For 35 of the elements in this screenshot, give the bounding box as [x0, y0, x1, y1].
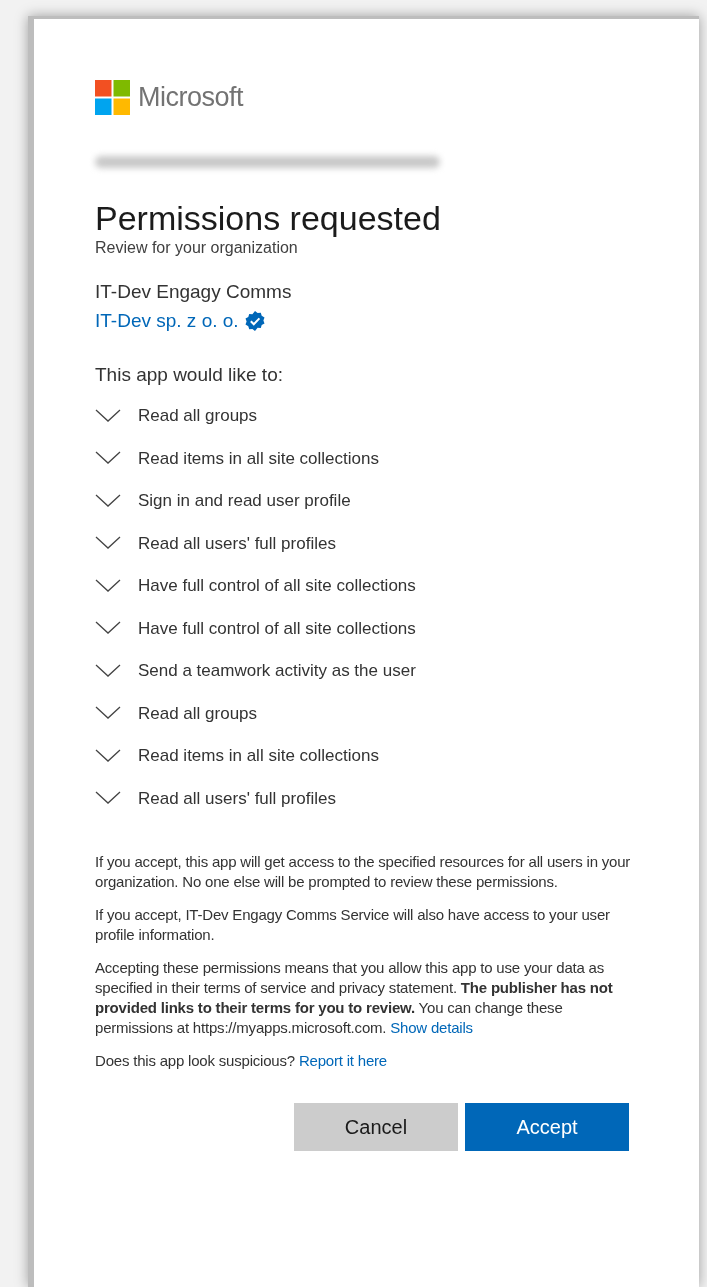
chevron-icon[interactable] [95, 663, 121, 678]
permission-label: Read items in all site collections [138, 745, 379, 767]
chevron-icon[interactable] [95, 578, 121, 593]
logo-text: Microsoft [138, 81, 244, 114]
cancel-button[interactable]: Cancel [294, 1102, 458, 1151]
permission-label: Have full control of all site collections [138, 617, 416, 640]
chevron-icon[interactable] [95, 493, 121, 508]
permission-label: Read all users' full profiles [138, 532, 336, 555]
notice-text: Does this app look suspicious? Report it here [95, 1050, 388, 1071]
notice-text: Accepting these permissions means that you allow this app to use your data as specified in their terms of service and privacy statement. The publisher has not provided links to their terms for you to review. You can change these permissions at https://myapps.microsoft.com. Show details [95, 957, 614, 1038]
subtitle: Review for your organization [95, 237, 299, 258]
permission-label: Sign in and read user profile [138, 490, 351, 512]
page-title: Permissions requested [95, 197, 442, 238]
link[interactable]: Show details [390, 1018, 473, 1036]
chevron-icon[interactable] [95, 791, 121, 806]
chevron-icon[interactable] [95, 536, 121, 551]
permission-label: Read all users' full profiles [138, 787, 336, 810]
chevron-icon[interactable] [95, 621, 121, 636]
notice-text: If you accept, this app will get access to the specified resources for all users in your organization. No one else will be prompted to review these permissions. [95, 851, 632, 892]
permission-label: Read items in all site collections [138, 447, 379, 470]
permission-label: Have full control of all site collections [138, 575, 416, 597]
publisher-link[interactable]: IT-Dev sp. z o. o. [95, 308, 239, 333]
permission-label: Read all groups [138, 405, 258, 427]
permission-label: Read all groups [138, 702, 258, 725]
chevron-icon[interactable] [95, 706, 121, 721]
chevron-icon[interactable] [95, 748, 121, 763]
chevron-icon[interactable] [95, 451, 121, 466]
logo-icon [95, 79, 130, 115]
permissions-heading: This app would like to: [95, 362, 284, 387]
permission-label: Send a teamwork activity as the user [138, 660, 416, 682]
link[interactable]: Report it here [298, 1051, 387, 1069]
chevron-icon[interactable] [95, 408, 121, 423]
accept-button[interactable]: Accept [465, 1102, 629, 1151]
notice-text: If you accept, IT-Dev Engagy Comms Service will also have access to your user profile information. [95, 904, 611, 945]
app-name: IT-Dev Engagy Comms [95, 279, 293, 304]
